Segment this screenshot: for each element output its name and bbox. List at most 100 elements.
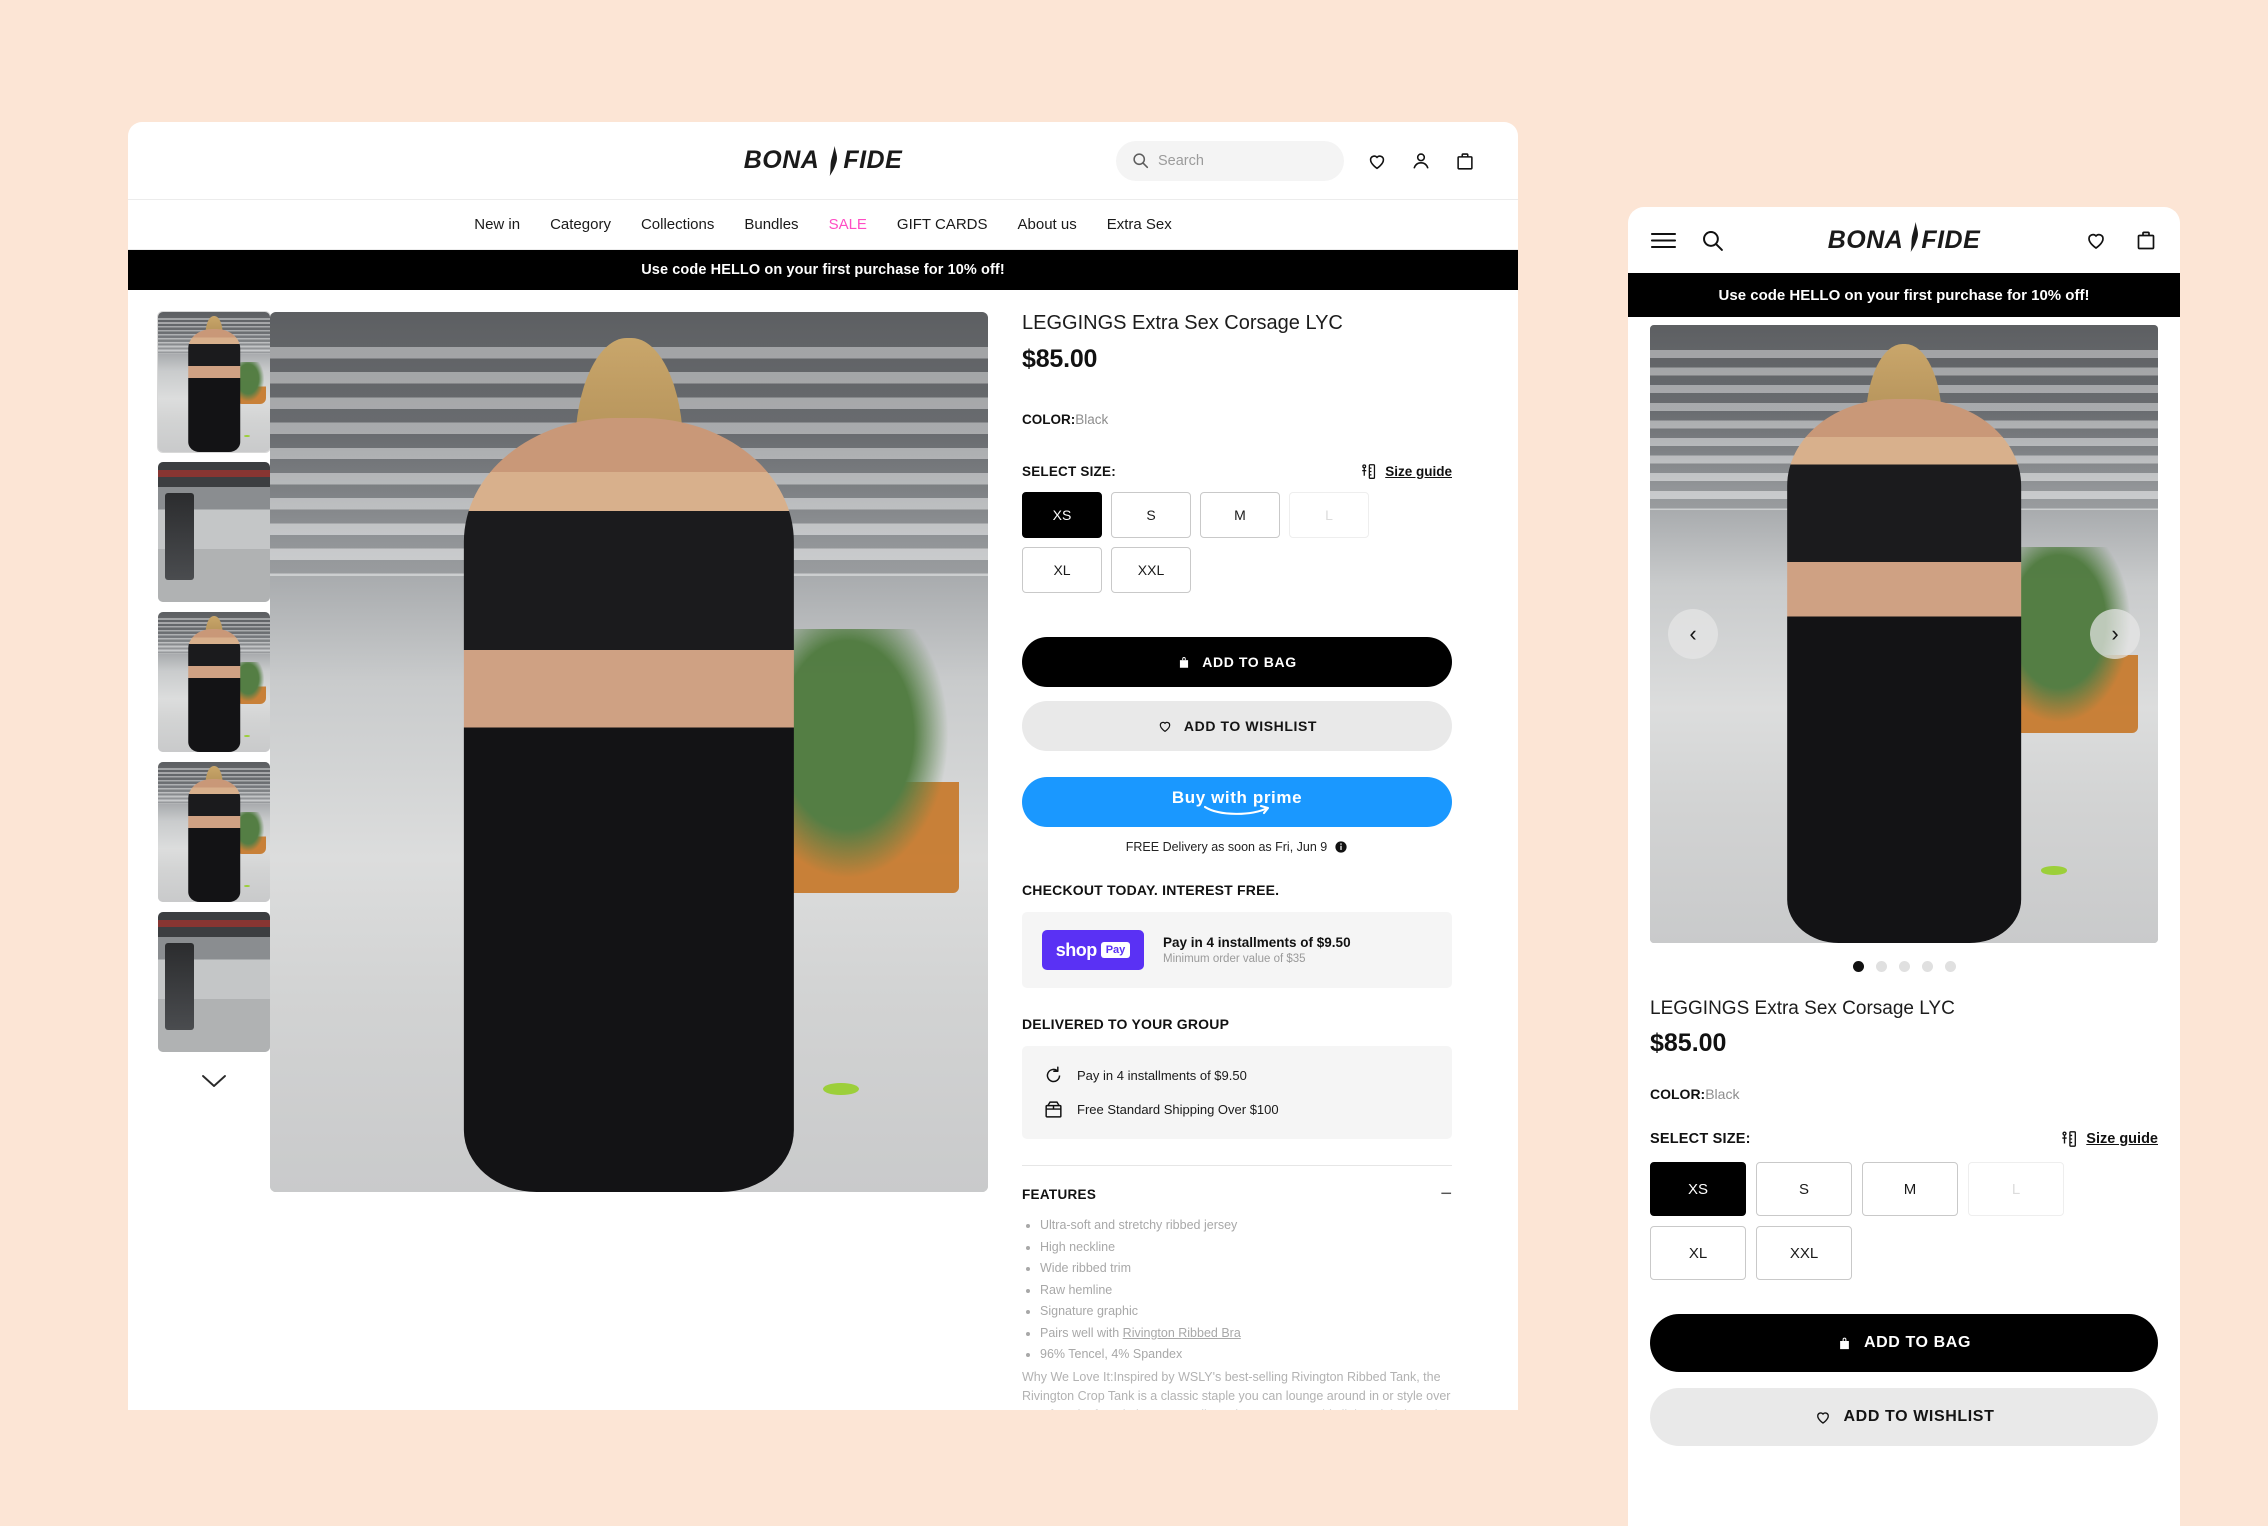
mobile-viewport: BONA FIDE Use code HELLO on your first p… (1628, 207, 2180, 1526)
shop-pay-line2: Minimum order value of $35 (1163, 953, 1306, 965)
nav-item-collections[interactable]: Collections (641, 216, 714, 233)
mobile-size-option-xs[interactable]: XS (1650, 1162, 1746, 1216)
promo-banner: Use code HELLO on your first purchase fo… (128, 250, 1518, 290)
carousel-next-button[interactable]: › (2090, 609, 2140, 659)
nav-item-new-in[interactable]: New in (474, 216, 520, 233)
nav-item-category[interactable]: Category (550, 216, 611, 233)
features-header[interactable]: FEATURES − (1022, 1184, 1452, 1204)
mobile-size-option-xxl[interactable]: XXL (1756, 1226, 1852, 1280)
wishlist-icon[interactable] (2084, 228, 2108, 252)
carousel-dot-3[interactable] (1898, 961, 1910, 972)
nav-item-sale[interactable]: SALE (829, 216, 867, 233)
bag-icon[interactable] (1454, 150, 1476, 172)
rivington-ribbed-bra-link[interactable]: Rivington Ribbed Bra (1123, 1326, 1241, 1340)
add-to-bag-button[interactable]: ADD TO BAG (1022, 637, 1452, 687)
product-price: $85.00 (1022, 345, 1098, 373)
carousel-dots (1628, 961, 2180, 972)
mobile-header: BONA FIDE (1628, 207, 2180, 273)
nav-item-gift-cards[interactable]: GIFT CARDS (897, 216, 988, 233)
color-value: Black (1075, 412, 1109, 427)
delivery-estimate: FREE Delivery as soon as Fri, Jun 9 (1022, 840, 1452, 854)
product-title: LEGGINGS Extra Sex Corsage LYC (1022, 312, 1343, 334)
thumbnail-2[interactable] (158, 462, 270, 602)
thumbnail-3[interactable] (158, 612, 270, 752)
minus-icon[interactable]: − (1440, 1184, 1452, 1204)
carousel-prev-button[interactable]: ‹ (1668, 609, 1718, 659)
feature-item: Wide ribbed trim (1040, 1258, 1452, 1280)
mobile-size-header: SELECT SIZE: Size guide (1650, 1130, 2158, 1148)
size-option-xl[interactable]: XL (1022, 547, 1102, 593)
nav-item-bundles[interactable]: Bundles (744, 216, 798, 233)
features-list: Ultra-soft and stretchy ribbed jersey Hi… (1022, 1215, 1452, 1366)
main-nav: New in Category Collections Bundles SALE… (128, 200, 1518, 250)
carousel-dot-5[interactable] (1944, 961, 1956, 972)
shop-pay-badge-word2: Pay (1100, 942, 1131, 958)
size-option-m[interactable]: M (1200, 492, 1280, 538)
checkout-heading: CHECKOUT TODAY. INTEREST FREE. (1022, 882, 1280, 898)
mobile-size-guide-label: Size guide (2086, 1131, 2158, 1147)
desktop-viewport: BONA FIDE Search New in Category Collect… (128, 122, 1518, 1410)
shop-pay-badge: shop Pay (1042, 930, 1144, 970)
info-icon[interactable] (1334, 840, 1348, 854)
add-to-wishlist-label: ADD TO WISHLIST (1183, 718, 1318, 734)
mobile-size-guide-link[interactable]: Size guide (2060, 1130, 2158, 1148)
size-option-xs[interactable]: XS (1022, 492, 1102, 538)
shop-pay-panel[interactable]: shop Pay Pay in 4 installments of $9.50 … (1022, 912, 1452, 988)
mobile-size-option-xl[interactable]: XL (1650, 1226, 1746, 1280)
search-input[interactable]: Search (1116, 140, 1344, 181)
thumbnail-5[interactable] (158, 912, 270, 1052)
account-icon[interactable] (1410, 150, 1432, 172)
mobile-size-options: XS S M L XL XXL (1650, 1162, 2158, 1280)
size-option-xxl[interactable]: XXL (1111, 547, 1191, 593)
carousel-dot-2[interactable] (1875, 961, 1887, 972)
color-label: COLOR: (1022, 412, 1076, 427)
mobile-add-to-wishlist-label: ADD TO WISHLIST (1843, 1408, 1995, 1425)
brand-name-part1: BONA (743, 146, 820, 174)
nav-item-about-us[interactable]: About us (1018, 216, 1077, 233)
buy-with-prime-button[interactable]: Buy with prime (1022, 777, 1452, 827)
mobile-product-title: LEGGINGS Extra Sex Corsage LYC (1650, 998, 1955, 1019)
bag-icon[interactable] (2134, 228, 2158, 252)
hamburger-icon[interactable] (1650, 231, 1677, 250)
mobile-product-image[interactable]: ‹ › (1650, 325, 2158, 943)
nav-item-extra-sex[interactable]: Extra Sex (1107, 216, 1172, 233)
color-label: COLOR: (1650, 1086, 1706, 1102)
thumbnail-1[interactable] (157, 311, 271, 453)
flame-icon (822, 145, 840, 176)
search-icon (1132, 152, 1149, 169)
mobile-size-option-m[interactable]: M (1862, 1162, 1958, 1216)
chevron-down-icon[interactable] (201, 1074, 227, 1094)
mobile-brand-logo[interactable]: BONA FIDE (1828, 221, 1981, 259)
size-option-s[interactable]: S (1111, 492, 1191, 538)
search-icon[interactable] (1701, 229, 1724, 252)
brand-logo[interactable]: BONA FIDE (743, 145, 903, 176)
add-to-wishlist-button[interactable]: ADD TO WISHLIST (1022, 701, 1452, 751)
add-to-bag-label: ADD TO BAG (1202, 654, 1297, 670)
product-layout: LEGGINGS Extra Sex Corsage LYC $85.00 CO… (128, 290, 1518, 1410)
thumbnail-4[interactable] (158, 762, 270, 902)
screenshot-stage: BONA FIDE Search New in Category Collect… (0, 0, 2268, 1526)
mobile-size-option-s[interactable]: S (1756, 1162, 1852, 1216)
product-hero-image[interactable] (270, 312, 988, 1192)
features-title: FEATURES (1022, 1186, 1097, 1202)
group-row-installments: Pay in 4 installments of $9.50 (1044, 1066, 1430, 1085)
bag-icon (1837, 1335, 1852, 1352)
color-value: Black (1705, 1086, 1740, 1102)
features-accordion: FEATURES − Ultra-soft and stretchy ribbe… (1022, 1165, 1452, 1410)
size-options: XS S M L XL XXL (1022, 492, 1452, 593)
size-header: SELECT SIZE: Size guide (1022, 463, 1452, 480)
wishlist-icon[interactable] (1366, 150, 1388, 172)
group-row-shipping: Free Standard Shipping Over $100 (1044, 1100, 1430, 1119)
carousel-dot-1[interactable] (1852, 961, 1864, 972)
feature-item-with-link: Pairs well with Rivington Ribbed Bra (1040, 1323, 1452, 1345)
group-row-shipping-text: Free Standard Shipping Over $100 (1077, 1102, 1279, 1117)
brand-name-part2: FIDE (1921, 225, 1981, 254)
carousel-dot-4[interactable] (1921, 961, 1933, 972)
heart-icon (1157, 718, 1173, 734)
flame-icon (1903, 221, 1921, 259)
size-guide-link[interactable]: Size guide (1360, 463, 1452, 480)
mobile-promo-banner: Use code HELLO on your first purchase fo… (1628, 273, 2180, 317)
mobile-add-to-bag-button[interactable]: ADD TO BAG (1650, 1314, 2158, 1372)
why-we-love-it-text: Why We Love It:Inspired by WSLY's best-s… (1022, 1369, 1451, 1411)
mobile-add-to-wishlist-button[interactable]: ADD TO WISHLIST (1650, 1388, 2158, 1446)
